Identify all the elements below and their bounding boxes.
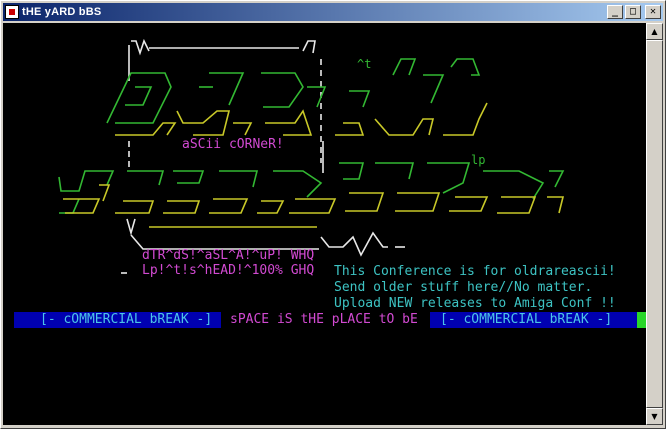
info-line: This Conference is for oldrareascii!	[334, 264, 616, 279]
app-icon	[5, 5, 19, 19]
ascii-corner-label: aSCii cORNeR!	[182, 137, 284, 152]
info-line: Upload NEW releases to Amiga Conf !!	[334, 296, 616, 311]
title-bar[interactable]: tHE yARD bBS _ □ ✕	[3, 3, 663, 21]
ascii-tag-t: ^t	[357, 57, 372, 71]
commercial-break-left: [- cOMMERCIAL bREAK -]	[14, 312, 221, 328]
terminal-cursor	[637, 312, 646, 328]
vertical-scrollbar[interactable]: ▲ ▼	[646, 23, 663, 425]
commercial-break-right: [- cOMMERCIAL bREAK -]	[430, 312, 637, 328]
status-middle-text: sPACE iS tHE pLACE tO bE	[230, 312, 418, 327]
close-button[interactable]: ✕	[645, 5, 661, 19]
bbs-window: tHE yARD bBS _ □ ✕ ^t lp aSCii cORNeR! d…	[0, 0, 666, 429]
ascii-tag-lp: lp	[471, 153, 486, 167]
scroll-down-button[interactable]: ▼	[646, 408, 663, 425]
window-controls: _ □ ✕	[607, 5, 661, 19]
maximize-button[interactable]: □	[625, 5, 641, 19]
ascii-logo-art	[58, 38, 565, 274]
terminal-screen[interactable]: ^t lp aSCii cORNeR! dTR^dS!^aSL^A!^uP! W…	[3, 23, 646, 425]
info-line: Send older stuff here//No matter.	[334, 280, 593, 295]
scrollbar-thumb[interactable]	[646, 40, 663, 408]
credits-line-1: dTR^dS!^aSL^A!^uP! WHQ	[142, 248, 315, 263]
minimize-button[interactable]: _	[607, 5, 623, 19]
credits-line-2: Lp!^t!s^hEAD!^100% GHQ	[142, 263, 315, 278]
scroll-up-button[interactable]: ▲	[646, 23, 663, 40]
window-title: tHE yARD bBS	[22, 6, 102, 18]
